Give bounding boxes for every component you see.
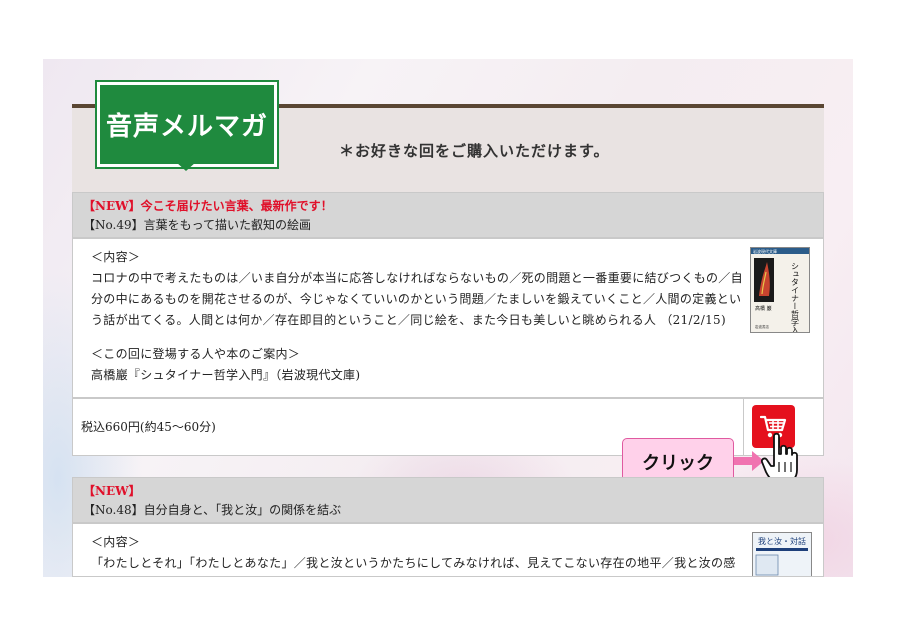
guide-text: 高橋巖『シュタイナー哲学入門』（岩波現代文庫) [91, 368, 361, 382]
episode-description: ＜内容＞ コロナの中で考えたものは／いま自分が本当に応答しなければならないもの／… [91, 247, 745, 386]
episode-body: ＜内容＞ コロナの中で考えたものは／いま自分が本当に応答しなければならないもの／… [72, 238, 824, 398]
content-line: 「わたしとそれ」「わたしとあなた」／我と汝というかたちにしてみなければ、見えてこ… [91, 556, 736, 570]
book-cover[interactable]: 我と汝・対話 [752, 532, 812, 576]
book-title: シュタイナー哲学入門 [791, 262, 800, 332]
book-author: 高橋 巖 [755, 305, 772, 312]
new-label: 【NEW】今こそ届けたい言葉、最新作です！ [83, 199, 333, 213]
content-heading: ＜内容＞ [91, 535, 141, 549]
episode-body: ＜内容＞ 「わたしとそれ」「わたしとあなた」／我と汝というかたちにしてみなければ… [72, 523, 824, 577]
arrow-right-icon [734, 451, 764, 471]
content-line: 分の中にあるものを開花させるのが、今じゃなくていいのかという問題／たましいを鍛え… [91, 292, 742, 306]
episode-header: 【NEW】 【No.48】自分自身と、「我と汝」の関係を結ぶ [72, 477, 824, 523]
content-line: う話が出てくる。人間とは何か／存在即目的ということ／同じ絵を、また今日も美しいと… [91, 313, 726, 327]
divider [743, 399, 744, 455]
episode-title: 【No.48】自分自身と、「我と汝」の関係を結ぶ [83, 503, 342, 517]
book-series: 岩波現代文庫 [753, 248, 777, 254]
section-ribbon: 音声メルマガ [95, 80, 279, 169]
content-heading: ＜内容＞ [91, 250, 141, 264]
episode-title: 【No.49】言葉をもって描いた叡知の絵画 [83, 218, 311, 232]
episode-description: ＜内容＞ 「わたしとそれ」「わたしとあなた」／我と汝というかたちにしてみなければ… [91, 532, 745, 574]
episode-header: 【NEW】今こそ届けたい言葉、最新作です！ 【No.49】言葉をもって描いた叡知… [72, 192, 824, 238]
book-cover-art: 我と汝・対話 [755, 536, 808, 576]
section-title: 音声メルマガ [105, 112, 268, 142]
guide-heading: ＜この回に登場する人や本のご案内＞ [91, 347, 301, 361]
book-cover[interactable]: 岩波現代文庫 シュタイナー哲学入門 高橋 巖 岩波書店 [750, 247, 810, 343]
book-cover-art: 岩波現代文庫 シュタイナー哲学入門 高橋 巖 岩波書店 [751, 248, 809, 343]
new-label: 【NEW】 [83, 484, 141, 498]
section-subtitle: ＊お好きな回をご購入いただけます。 [339, 142, 610, 160]
ribbon-notch [176, 162, 196, 171]
price-label: 税込660円(約45～60分) [81, 420, 216, 434]
book-title: 我と汝・対話 [758, 536, 806, 546]
content-line: コロナの中で考えたものは／いま自分が本当に応答しなければならないもの／死の問題と… [91, 271, 743, 285]
book-publisher: 岩波書店 [755, 324, 769, 329]
